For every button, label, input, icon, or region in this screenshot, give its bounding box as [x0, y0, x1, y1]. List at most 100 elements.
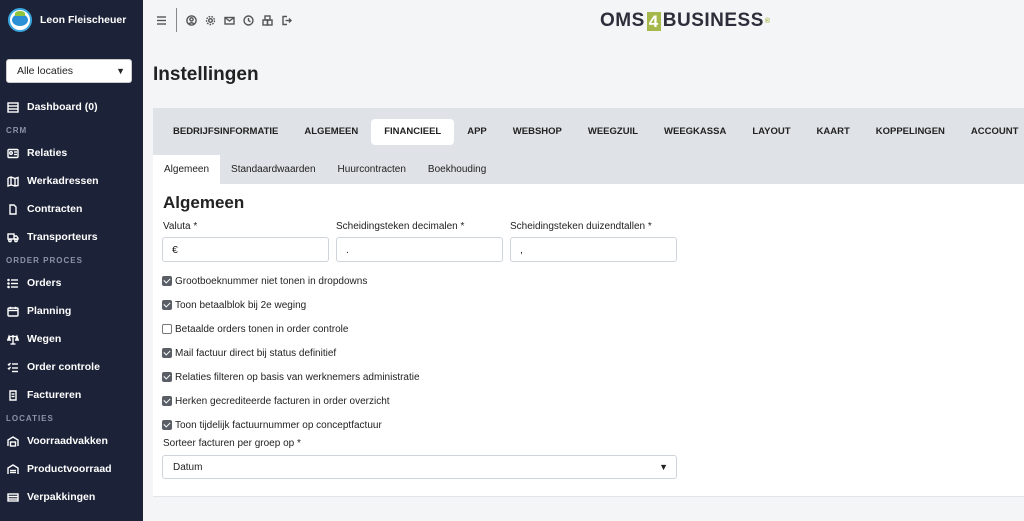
subtab-algemeen[interactable]: Algemeen	[153, 155, 221, 184]
checkbox[interactable]	[162, 324, 172, 334]
tab-weegkassa[interactable]: WEEGKASSA	[651, 119, 739, 145]
user-name: Leon Fleischeuer	[40, 14, 127, 26]
scale-icon	[7, 333, 19, 345]
sort-invoices-label: Sorteer facturen per groep op *	[163, 438, 301, 449]
sidebar-item-wegen[interactable]: Wegen	[0, 325, 143, 353]
map-icon	[7, 175, 19, 187]
sidebar-item-productvoorraad[interactable]: Productvoorraad	[0, 455, 143, 483]
truck-icon	[7, 232, 19, 242]
boxes-icon[interactable]	[262, 14, 273, 26]
checkbox[interactable]	[162, 348, 172, 358]
mail-icon[interactable]	[224, 15, 235, 26]
tab-account[interactable]: ACCOUNT	[958, 119, 1024, 145]
sidebar-item-factureren[interactable]: Factureren	[0, 381, 143, 409]
logo-four: 4	[646, 11, 661, 31]
sidebar-item-label: Contracten	[27, 203, 83, 215]
subtab-huurcontracten[interactable]: Huurcontracten	[327, 155, 417, 184]
checkbox-row[interactable]: Betaalde orders tonen in order controle	[162, 317, 420, 341]
decimal-separator-value: .	[346, 243, 349, 256]
sidebar-item-werkadressen[interactable]: Werkadressen	[0, 167, 143, 195]
checkbox[interactable]	[162, 300, 172, 310]
chevron-down-icon: ▼	[659, 462, 668, 472]
tab-kaart[interactable]: KAART	[804, 119, 863, 145]
location-select[interactable]: Alle locaties ▼	[6, 59, 132, 83]
sidebar-item-transporteurs[interactable]: Transporteurs	[0, 223, 143, 251]
section-title: Algemeen	[163, 193, 245, 212]
checkbox-label: Mail factuur direct bij status definitie…	[175, 347, 337, 359]
thousand-separator-label: Scheidingsteken duizendtallen *	[510, 221, 652, 232]
checkbox-label: Relaties filteren op basis van werknemer…	[175, 371, 420, 383]
sort-invoices-select[interactable]: Datum ▼	[162, 455, 677, 479]
sidebar-item-contracten[interactable]: Contracten	[0, 195, 143, 223]
sidebar-item-orders[interactable]: Orders	[0, 269, 143, 297]
gear-icon[interactable]	[205, 15, 216, 26]
checkbox-label: Herken gecrediteerde facturen in order o…	[175, 395, 390, 407]
invoice-icon	[7, 389, 19, 401]
sidebar-item-verpakkingen[interactable]: Verpakkingen	[0, 483, 143, 511]
sidebar-item-label: Dashboard (0)	[27, 101, 98, 113]
checkbox-label: Grootboeknummer niet tonen in dropdowns	[175, 275, 368, 287]
checkbox-row[interactable]: Toon betaalblok bij 2e weging	[162, 293, 420, 317]
sidebar-item-planning[interactable]: Planning	[0, 297, 143, 325]
sidebar-item-label: Wegen	[27, 333, 62, 345]
user-block[interactable]: Leon Fleischeuer	[0, 0, 143, 40]
tab-weegzuil[interactable]: WEEGZUIL	[575, 119, 651, 145]
checklist-icon	[7, 362, 19, 372]
user-circle-icon[interactable]	[186, 14, 197, 26]
sidebar-item-label: Factureren	[27, 389, 82, 401]
tab-koppelingen[interactable]: KOPPELINGEN	[863, 119, 958, 145]
sidebar-item-label: Relaties	[27, 147, 68, 159]
checkbox-label: Toon betaalblok bij 2e weging	[175, 299, 307, 311]
logout-icon[interactable]	[281, 15, 292, 26]
checkbox-row[interactable]: Herken gecrediteerde facturen in order o…	[162, 389, 420, 413]
topbar-divider	[176, 8, 177, 32]
sidebar-item-label: Werkadressen	[27, 175, 99, 187]
sidebar-item-dashboard[interactable]: Dashboard (0)	[0, 93, 143, 121]
hamburger-menu-icon[interactable]	[156, 15, 167, 26]
checkbox[interactable]	[162, 420, 172, 430]
checkbox-row[interactable]: Relaties filteren op basis van werknemer…	[162, 365, 420, 389]
warehouse-icon	[7, 435, 19, 447]
sort-invoices-value: Datum	[173, 461, 203, 473]
sidebar-item-relaties[interactable]: Relaties	[0, 139, 143, 167]
checkbox-row[interactable]: Toon tijdelijk factuurnummer op conceptf…	[162, 413, 420, 437]
valuta-value: €	[172, 243, 178, 256]
tab-algemeen[interactable]: ALGEMEEN	[291, 119, 371, 145]
topbar: OMS 4 BUSINESS ®	[143, 0, 1024, 40]
tab-financieel[interactable]: FINANCIEEL	[371, 118, 455, 145]
table-icon	[7, 101, 19, 113]
sidebar-item-label: Verpakkingen	[27, 491, 96, 503]
subtab-boekhouding[interactable]: Boekhouding	[417, 155, 497, 184]
avatar	[8, 8, 32, 32]
page-title: Instellingen	[153, 64, 259, 85]
tab-app[interactable]: APP	[454, 119, 500, 145]
settings-panel: Algemeen Valuta * € Scheidingsteken deci…	[153, 184, 1024, 497]
decimal-separator-input[interactable]: .	[336, 237, 503, 262]
checkbox[interactable]	[162, 276, 172, 286]
list-icon	[7, 278, 19, 288]
pallet-icon	[7, 492, 19, 502]
tab-bedrijfsinformatie[interactable]: BEDRIJFSINFORMATIE	[160, 119, 291, 145]
sidebar-item-voorraadvakken[interactable]: Voorraadvakken	[0, 427, 143, 455]
clock-icon[interactable]	[243, 14, 254, 26]
calendar-icon	[7, 306, 19, 317]
sidebar-item-label: Transporteurs	[27, 231, 98, 243]
sidebar-section-locaties: LOCATIES	[6, 413, 54, 423]
checkbox-row[interactable]: Grootboeknummer niet tonen in dropdowns	[162, 269, 420, 293]
sidebar-item-label: Voorraadvakken	[27, 435, 108, 447]
checkbox[interactable]	[162, 372, 172, 382]
subtab-standaardwaarden[interactable]: Standaardwaarden	[220, 155, 327, 184]
valuta-input[interactable]: €	[162, 237, 329, 262]
checkbox-label: Toon tijdelijk factuurnummer op conceptf…	[175, 419, 382, 431]
tab-layout[interactable]: LAYOUT	[739, 119, 803, 145]
thousand-separator-input[interactable]: ,	[510, 237, 677, 262]
thousand-separator-value: ,	[520, 243, 523, 256]
sub-tabs: Algemeen Standaardwaarden Huurcontracten…	[153, 155, 1024, 184]
checkbox-row[interactable]: Mail factuur direct bij status definitie…	[162, 341, 420, 365]
tab-webshop[interactable]: WEBSHOP	[500, 119, 575, 145]
sidebar-item-order-controle[interactable]: Order controle	[0, 353, 143, 381]
checkbox[interactable]	[162, 396, 172, 406]
logo-registered: ®	[764, 17, 771, 25]
checkbox-label: Betaalde orders tonen in order controle	[175, 323, 349, 335]
sidebar-section-order-proces: ORDER PROCES	[6, 255, 83, 265]
